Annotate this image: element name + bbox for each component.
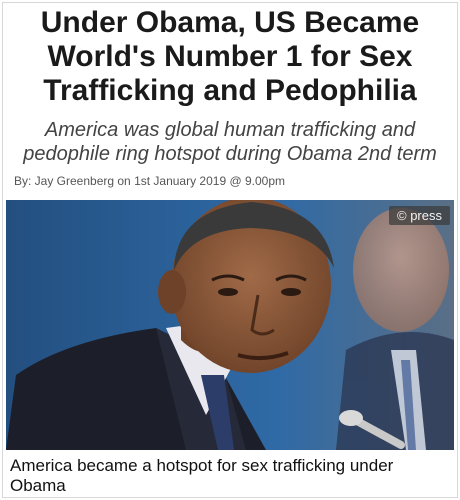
photo-credit: © press (389, 206, 450, 225)
photo-caption: America became a hotspot for sex traffic… (10, 456, 394, 495)
portrait-illustration (6, 200, 454, 450)
article-headline: Under Obama, US Became World's Number 1 … (40, 6, 420, 107)
article-photo: © press (6, 200, 454, 450)
article-subheadline: America was global human trafficking and… (23, 119, 437, 165)
article-byline: By: Jay Greenberg on 1st January 2019 @ … (14, 174, 286, 188)
